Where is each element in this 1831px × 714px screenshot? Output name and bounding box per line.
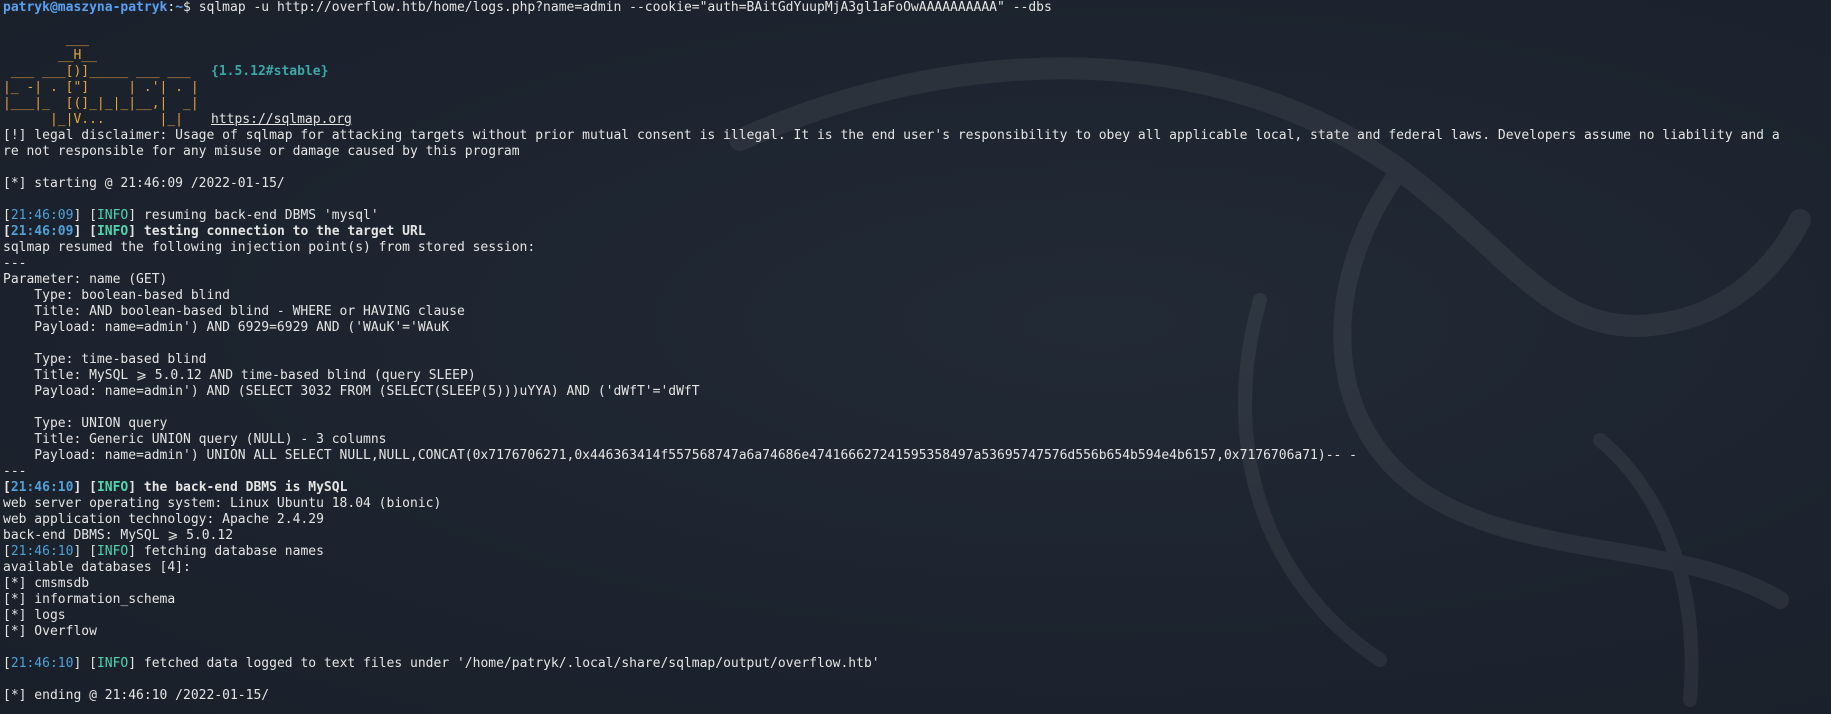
dbms-line: back-end DBMS: MySQL ⩾ 5.0.12 [3,528,234,543]
injection-payload: Payload: name=admin') AND (SELECT 3032 F… [3,384,700,399]
injection-title: Title: Generic UNION query (NULL) - 3 co… [3,432,387,447]
log-timestamp: 21:46:09 [10,224,74,239]
log-line: [21:46:10] [INFO] fetched data logged to… [3,656,880,671]
injection-title: Title: AND boolean-based blind - WHERE o… [3,304,465,319]
injection-type: Type: boolean-based blind [3,288,230,303]
terminal-output: patryk@maszyna-patryk:~$ sqlmap -u http:… [3,0,1828,704]
sqlmap-ascii-logo: ___ __H__ ___ ___[)]_____ ___ ___ |_ -| … [3,32,199,128]
prompt-symbol: $ [183,0,191,15]
log-message: fetched data logged to text files under … [136,656,880,671]
database-item: [*] logs [3,608,66,623]
os-line: web server operating system: Linux Ubunt… [3,496,442,511]
separator: --- [3,464,27,479]
log-line: [21:46:09] [INFO] testing connection to … [3,224,426,239]
log-message: fetching database names [136,544,324,559]
logo-line: ___ [3,32,90,47]
log-level: INFO [96,208,129,223]
ending-line: [*] ending @ 21:46:10 /2022-01-15/ [3,688,270,703]
terminal-window[interactable]: patryk@maszyna-patryk:~$ sqlmap -u http:… [0,0,1831,714]
logo-line: ___ ___[)]_____ ___ ___ [3,64,199,79]
command-line: patryk@maszyna-patryk:~$ sqlmap -u http:… [3,0,1052,15]
log-message: resuming back-end DBMS 'mysql' [136,208,379,223]
command-text: sqlmap -u http://overflow.htb/home/logs.… [198,0,1052,15]
separator: --- [3,256,27,271]
injection-payload: Payload: name=admin') AND 6929=6929 AND … [3,320,450,335]
available-databases-line: available databases [4]: [3,560,191,575]
log-timestamp: 21:46:10 [10,480,74,495]
injection-type: Type: UNION query [3,416,168,431]
tech-line: web application technology: Apache 2.4.2… [3,512,324,527]
log-level: INFO [96,480,129,495]
log-line: [21:46:10] [INFO] fetching database name… [3,544,324,559]
database-item: [*] Overflow [3,624,97,639]
logo-line: |_ -| . ["] | .'| . | [3,80,199,95]
database-item: [*] information_schema [3,592,176,607]
parameter-line: Parameter: name (GET) [3,272,168,287]
injection-payload: Payload: name=admin') UNION ALL SELECT N… [3,448,1358,463]
log-timestamp: 21:46:10 [10,656,74,671]
injection-type: Type: time-based blind [3,352,207,367]
injection-title: Title: MySQL ⩾ 5.0.12 AND time-based bli… [3,368,476,383]
sqlmap-version: {1.5.12#stable} [211,64,329,79]
log-line: [21:46:10] [INFO] the back-end DBMS is M… [3,480,348,495]
database-item: [*] cmsmsdb [3,576,90,591]
log-level: INFO [96,224,129,239]
legal-disclaimer-cont: re not responsible for any misuse or dam… [3,144,520,159]
sqlmap-banner: ___ __H__ ___ ___[)]_____ ___ ___ |_ -| … [3,16,1828,127]
log-level: INFO [96,544,129,559]
resumed-line: sqlmap resumed the following injection p… [3,240,536,255]
logo-line: __H__ [3,48,97,63]
log-level: INFO [96,656,129,671]
log-message: the back-end DBMS is MySQL [136,480,348,495]
log-timestamp: 21:46:09 [10,208,74,223]
log-line: [21:46:09] [INFO] resuming back-end DBMS… [3,208,379,223]
prompt-user-host: patryk@maszyna-patryk [3,0,168,15]
legal-disclaimer: [!] legal disclaimer: Usage of sqlmap fo… [3,128,1780,143]
starting-line: [*] starting @ 21:46:09 /2022-01-15/ [3,176,285,191]
logo-line: |_|V... |_| [3,112,199,127]
logo-line: |___|_ [(]_|_|_|__,| _| [3,96,199,111]
prompt-path: ~ [175,0,184,15]
log-timestamp: 21:46:10 [10,544,74,559]
sqlmap-url-link[interactable]: https://sqlmap.org [211,112,352,128]
log-message: testing connection to the target URL [136,224,426,239]
